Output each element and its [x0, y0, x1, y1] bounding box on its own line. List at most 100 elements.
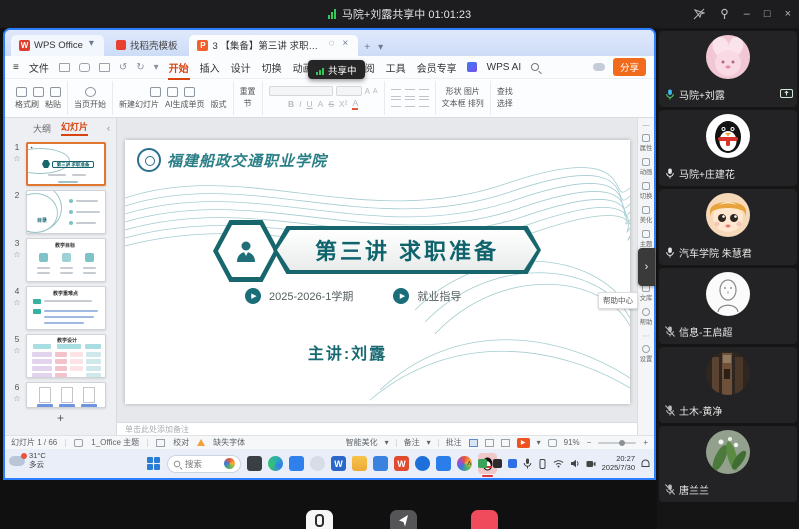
line-spacing-icon[interactable] — [419, 99, 429, 107]
hamburger-menu-icon[interactable]: ≡ — [13, 62, 19, 73]
taskbar-search[interactable]: 搜索 — [167, 455, 241, 473]
tab-slides[interactable]: 幻灯片 — [61, 120, 88, 136]
weather-widget[interactable]: 31°C 多云 — [9, 452, 46, 469]
export-icon[interactable] — [99, 63, 110, 72]
start-button[interactable] — [147, 457, 161, 471]
more-tools-icon[interactable]: ⋯ — [643, 332, 650, 340]
file-explorer-icon[interactable] — [352, 456, 367, 471]
app-icon-gray[interactable] — [310, 456, 325, 471]
menu-member[interactable]: 会员专享 — [416, 58, 458, 77]
task-view-icon[interactable] — [247, 456, 262, 471]
wps-docs-icon[interactable]: W — [331, 456, 346, 471]
tool-settings[interactable]: 设置 — [639, 345, 653, 364]
bullet-list-icon[interactable] — [391, 89, 401, 97]
cloud-sync-icon[interactable] — [593, 63, 605, 71]
notes-toggle-label[interactable]: 备注 — [404, 437, 420, 448]
new-slide-label[interactable]: 新建幻灯片 — [119, 99, 159, 110]
underline-button[interactable]: U — [307, 99, 313, 109]
ai-page-icon[interactable] — [167, 87, 178, 97]
slide-thumb-5[interactable]: 5☆ 教学设计 — [5, 332, 116, 380]
new-slide-icon[interactable] — [150, 87, 161, 97]
increase-font-icon[interactable]: A — [365, 87, 370, 96]
collapse-tools-icon[interactable]: — — [643, 122, 650, 129]
tray-app-icon-2[interactable] — [493, 459, 502, 468]
paste-icon[interactable] — [33, 87, 44, 97]
zoom-out-button[interactable]: − — [587, 438, 592, 447]
tray-phone-icon[interactable] — [538, 459, 547, 469]
paste-label[interactable]: 粘贴 — [45, 99, 61, 110]
save-icon[interactable] — [59, 63, 70, 72]
participant-tile[interactable]: 唐兰兰 — [659, 426, 797, 502]
beautify-label[interactable]: 智能美化 — [346, 437, 378, 448]
tool-animation[interactable]: 动画 — [639, 158, 653, 177]
menu-design[interactable]: 设计 — [230, 58, 252, 77]
zoom-level[interactable]: 91% — [564, 438, 580, 447]
slide-thumb-4[interactable]: 4☆ 教学重难点 — [5, 284, 116, 332]
annotation-pointer-button[interactable] — [390, 510, 417, 529]
mail-icon[interactable] — [373, 456, 388, 471]
close-button[interactable]: × — [785, 8, 791, 20]
annotation-toggle-icon[interactable] — [693, 8, 705, 20]
char-border-button[interactable]: A — [318, 99, 324, 109]
tab-list-caret[interactable]: ▾ — [376, 42, 385, 56]
shapes-label[interactable]: 形状 — [446, 87, 462, 96]
help-center-chip[interactable]: 帮助中心 — [598, 292, 638, 309]
document-tab[interactable]: P 3 【集备】第三讲 求职准备 ◌ × — [189, 35, 358, 56]
slideshow-play-button[interactable]: ▶ — [517, 438, 530, 448]
font-color-button[interactable]: A — [352, 98, 358, 110]
taskbar-clock[interactable]: 20:27 2025/7/30 — [602, 455, 635, 472]
select-label[interactable]: 选择 — [497, 99, 513, 108]
tray-wifi-icon[interactable] — [553, 459, 564, 468]
tab-outline[interactable]: 大纲 — [33, 122, 51, 135]
missing-font-label[interactable]: 缺失字体 — [213, 437, 245, 448]
tool-properties[interactable]: 属性 — [639, 134, 653, 153]
tray-volume-icon[interactable] — [570, 459, 580, 468]
search-highlight-icon[interactable] — [224, 458, 235, 469]
doc-close-icon[interactable]: × — [340, 38, 350, 52]
notification-icon[interactable] — [641, 459, 650, 469]
format-painter-icon[interactable] — [16, 87, 27, 97]
participant-tile[interactable]: 马院+刘露 — [659, 31, 797, 107]
wps-office-icon[interactable]: W — [394, 456, 409, 471]
participant-tile[interactable]: 马院+庄建花 — [659, 110, 797, 186]
comments-label[interactable]: 批注 — [446, 437, 462, 448]
notes-bar[interactable]: 单击此处添加备注 — [117, 422, 637, 435]
indent-icon[interactable] — [419, 89, 429, 97]
font-family-select[interactable] — [269, 86, 333, 96]
tray-app-icon-1[interactable] — [478, 459, 487, 468]
decrease-font-icon[interactable]: A — [373, 88, 378, 95]
ai-page-label[interactable]: AI生成单页 — [165, 99, 205, 110]
slide-thumb-1[interactable]: 1☆ ✦ 第三讲 求职准备 — [5, 140, 116, 188]
panel-expander-handle[interactable]: › — [638, 248, 655, 286]
participant-tile[interactable]: 汽车学院 朱慧君 — [659, 189, 797, 265]
play-from-current-label[interactable]: 当页开始 — [74, 99, 106, 110]
tray-camera-icon[interactable] — [586, 460, 596, 468]
proofread-label[interactable]: 校对 — [173, 437, 189, 448]
tray-app-icon-3[interactable] — [508, 459, 517, 468]
print-icon[interactable] — [79, 63, 90, 72]
stop-sharing-button[interactable] — [471, 510, 498, 529]
reset-label[interactable]: 重置 — [240, 87, 256, 96]
tool-transition[interactable]: 切换 — [639, 182, 653, 201]
menu-insert[interactable]: 插入 — [199, 58, 221, 77]
strike-button[interactable]: S — [328, 99, 334, 109]
zoom-in-button[interactable]: + — [643, 438, 648, 447]
menu-wps-ai[interactable]: WPS AI — [486, 60, 522, 75]
tool-library[interactable]: 文库 — [639, 284, 653, 303]
align-left-icon[interactable] — [391, 99, 401, 107]
zoom-slider[interactable] — [598, 442, 636, 444]
tray-mic-icon[interactable] — [523, 458, 532, 469]
wps-home-tab[interactable]: W WPS Office ▾ — [11, 35, 104, 56]
tool-theme[interactable]: 主题 — [639, 230, 653, 249]
minimize-button[interactable]: – — [744, 8, 750, 20]
layout-icon[interactable] — [184, 87, 195, 97]
number-list-icon[interactable] — [405, 89, 415, 97]
textbox-label[interactable]: 文本框 — [442, 99, 466, 108]
cut-icon[interactable] — [50, 87, 61, 97]
arrange-label[interactable]: 排列 — [468, 99, 484, 108]
new-tab-button[interactable]: + — [362, 42, 372, 56]
menu-file[interactable]: 文件 — [28, 58, 50, 77]
slide-thumb-2[interactable]: 2 目录 — [5, 188, 116, 236]
italic-button[interactable]: I — [299, 99, 301, 109]
blue-grid-app-icon[interactable] — [436, 456, 451, 471]
